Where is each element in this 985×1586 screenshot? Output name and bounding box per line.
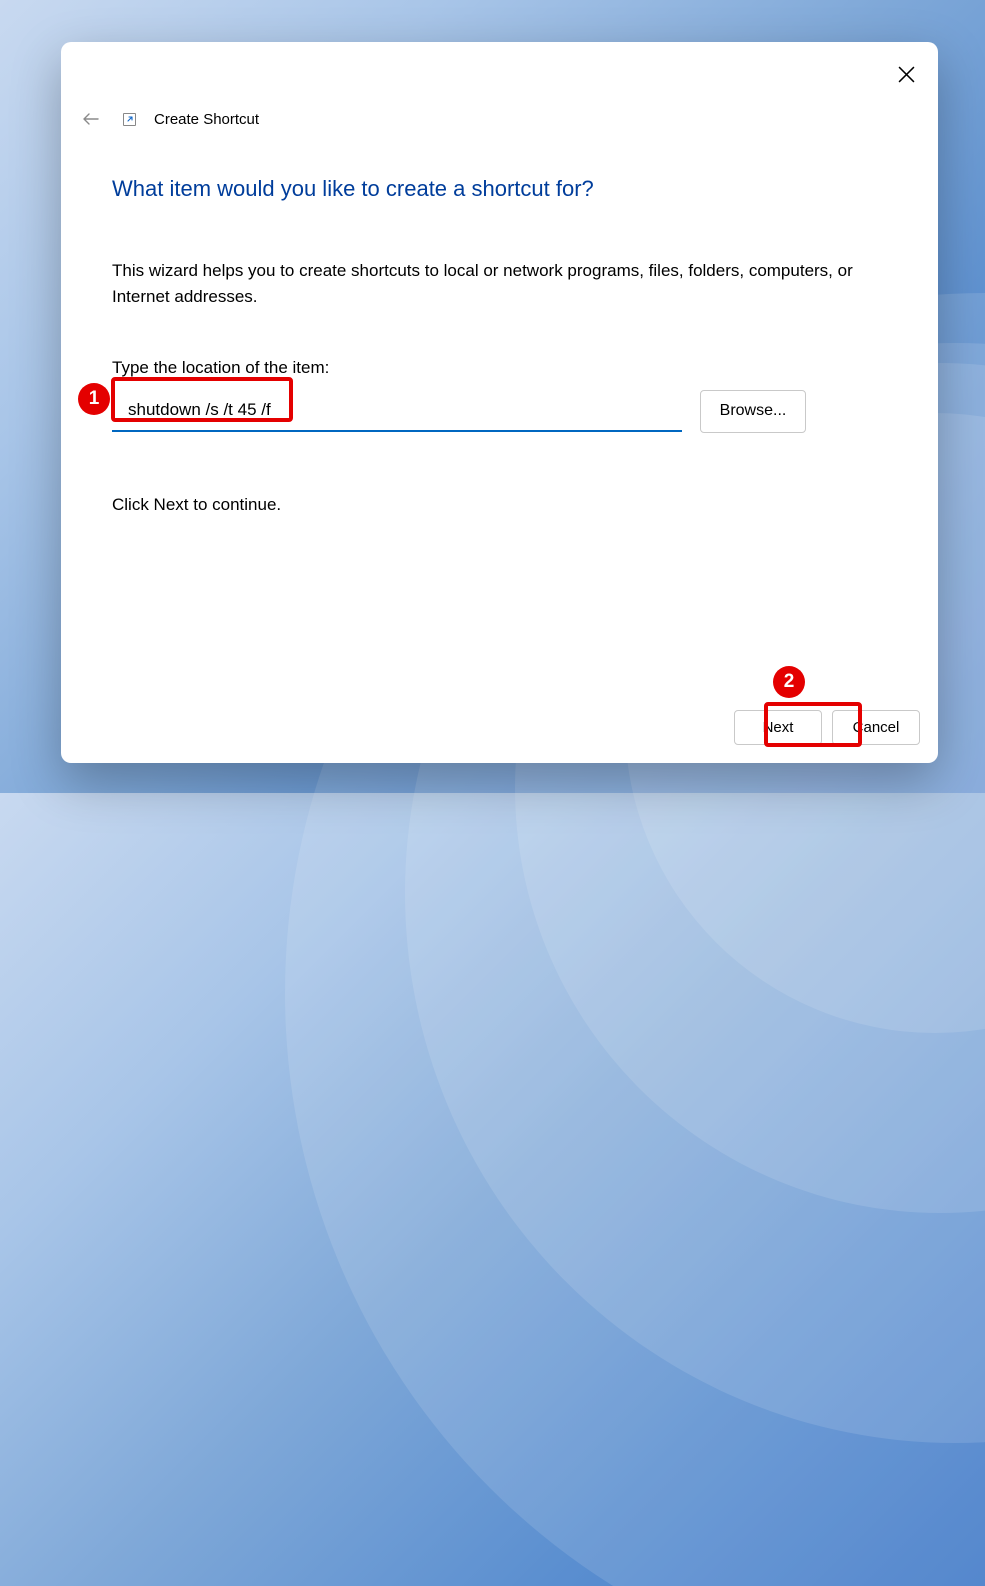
close-button[interactable]	[892, 60, 920, 88]
create-shortcut-dialog: Create Shortcut What item would you like…	[61, 42, 938, 763]
browse-button[interactable]: Browse...	[700, 390, 806, 433]
annotation-badge-1: 1	[78, 383, 110, 415]
close-icon	[898, 66, 915, 83]
arrow-left-icon	[82, 110, 100, 128]
dialog-title: Create Shortcut	[154, 111, 259, 128]
back-button[interactable]	[81, 109, 101, 129]
annotation-badge-2: 2	[773, 666, 805, 698]
location-input[interactable]	[112, 390, 682, 432]
shortcut-icon	[123, 113, 136, 126]
intro-text: This wizard helps you to create shortcut…	[112, 258, 882, 311]
page-heading: What item would you like to create a sho…	[112, 176, 882, 202]
cancel-button[interactable]: Cancel	[832, 710, 920, 745]
location-label: Type the location of the item:	[112, 358, 882, 378]
next-button[interactable]: Next	[734, 710, 822, 745]
continue-instruction: Click Next to continue.	[112, 495, 882, 515]
